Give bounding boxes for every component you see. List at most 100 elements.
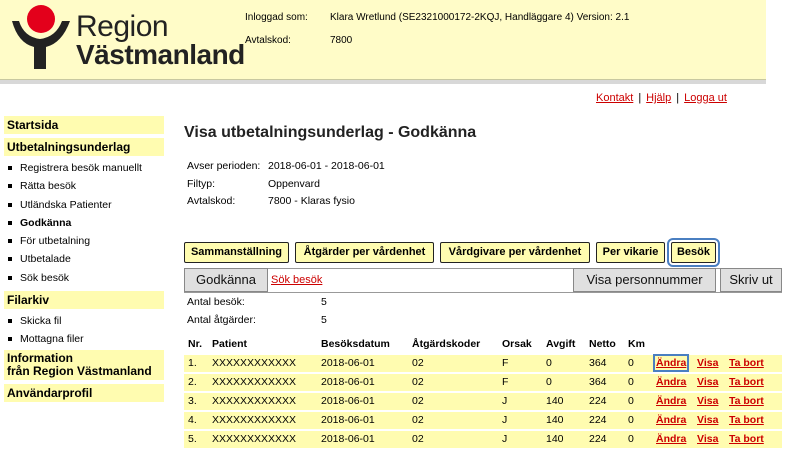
- edit-link[interactable]: Ändra: [656, 414, 686, 426]
- logged-in-label: Inloggad som:: [245, 12, 308, 23]
- tab-atgarder-per-vardenhet[interactable]: Åtgärder per vårdenhet: [295, 242, 434, 263]
- edit-link[interactable]: Ändra: [656, 433, 686, 445]
- cell-patient: XXXXXXXXXXXX: [212, 376, 297, 388]
- edit-link[interactable]: Ändra: [656, 395, 686, 407]
- cell-code: 02: [412, 376, 424, 388]
- logo-text-region: Region: [76, 10, 169, 43]
- header-contract-label: Avtalskod:: [245, 35, 291, 46]
- edit-link[interactable]: Ändra: [656, 376, 686, 388]
- approve-button[interactable]: Godkänna: [184, 268, 268, 292]
- view-link[interactable]: Visa: [697, 357, 718, 369]
- cell-nr: 3.: [188, 395, 197, 407]
- cell-orsak: J: [502, 414, 508, 426]
- table-row: 4. XXXXXXXXXXXX 2018-06-01 02 J 140 224 …: [184, 412, 782, 429]
- cell-km: 0: [628, 376, 634, 388]
- cell-nr: 5.: [188, 433, 197, 445]
- cell-orsak: J: [502, 433, 508, 445]
- contact-link[interactable]: Kontakt: [596, 92, 633, 104]
- cell-code: 02: [412, 414, 424, 426]
- cell-patient: XXXXXXXXXXXX: [212, 357, 297, 369]
- logout-link[interactable]: Logga ut: [684, 92, 727, 104]
- logged-in-value: Klara Wretlund (SE2321000172-2KQJ, Handl…: [330, 12, 630, 23]
- contract-label: Avtalskod:: [187, 195, 236, 207]
- logo-text-vastmanland: Västmanland: [76, 39, 245, 70]
- nav-anvandarprofil[interactable]: Användarprofil: [4, 383, 164, 402]
- delete-link[interactable]: Ta bort: [729, 433, 764, 445]
- col-km: Km: [628, 338, 645, 350]
- separator: |: [638, 92, 642, 104]
- nav-item-registrera[interactable]: Registrera besök manuellt: [4, 160, 164, 178]
- tab-vardgivare-per-vardenhet[interactable]: Vårdgivare per vårdenhet: [440, 242, 590, 263]
- cell-date: 2018-06-01: [321, 433, 375, 445]
- header-banner: Region Västmanland Inloggad som: Klara W…: [0, 0, 766, 80]
- cell-avgift: 0: [546, 376, 552, 388]
- filetype-label: Filtyp:: [187, 178, 216, 190]
- show-personnummer-button[interactable]: Visa personnummer: [573, 268, 716, 292]
- visits-count-value: 5: [321, 296, 327, 308]
- header-divider: [0, 80, 766, 84]
- cell-km: 0: [628, 414, 634, 426]
- col-atgardskoder: Åtgärdskoder: [412, 338, 481, 350]
- cell-netto: 224: [589, 395, 607, 407]
- cell-orsak: J: [502, 395, 508, 407]
- cell-avgift: 140: [546, 433, 564, 445]
- search-visit-link[interactable]: Sök besök: [271, 274, 322, 286]
- view-link[interactable]: Visa: [697, 376, 718, 388]
- separator: |: [676, 92, 680, 104]
- tab-besok[interactable]: Besök: [667, 238, 720, 267]
- col-nr: Nr.: [188, 338, 203, 350]
- period-value: 2018-06-01 - 2018-06-01: [268, 160, 385, 172]
- view-link[interactable]: Visa: [697, 395, 718, 407]
- nav-item-sok-besok[interactable]: Sök besök: [4, 270, 164, 288]
- cell-km: 0: [628, 433, 634, 445]
- nav-utbetalningsunderlag[interactable]: Utbetalningsunderlag: [4, 138, 164, 156]
- cell-date: 2018-06-01: [321, 376, 375, 388]
- cell-km: 0: [628, 395, 634, 407]
- tab-per-vikarie[interactable]: Per vikarie: [596, 242, 665, 263]
- table-header: Nr. Patient Besöksdatum Åtgärdskoder Ors…: [184, 336, 782, 353]
- nav-item-godkanna[interactable]: Godkänna: [4, 215, 164, 233]
- cell-netto: 224: [589, 433, 607, 445]
- col-avgift: Avgift: [546, 338, 576, 350]
- nav-item-utlandska[interactable]: Utländska Patienter: [4, 197, 164, 215]
- nav-item-mottagna-filer[interactable]: Mottagna filer: [4, 331, 164, 349]
- delete-link[interactable]: Ta bort: [729, 395, 764, 407]
- nav-filarkiv[interactable]: Filarkiv: [4, 291, 164, 310]
- edit-link[interactable]: Ändra: [652, 354, 690, 372]
- actions-count-value: 5: [321, 314, 327, 326]
- delete-link[interactable]: Ta bort: [729, 357, 764, 369]
- print-button[interactable]: Skriv ut: [720, 268, 782, 292]
- cell-nr: 1.: [188, 357, 197, 369]
- filetype-value: Oppenvard: [268, 178, 320, 190]
- top-links: Kontakt | Hjälp | Logga ut: [596, 92, 727, 104]
- table-row: 3. XXXXXXXXXXXX 2018-06-01 02 J 140 224 …: [184, 393, 782, 410]
- sidebar-nav: Startsida Utbetalningsunderlag Registrer…: [4, 116, 164, 406]
- tab-sammanstallning[interactable]: Sammanställning: [184, 242, 289, 263]
- cell-patient: XXXXXXXXXXXX: [212, 433, 297, 445]
- cell-code: 02: [412, 395, 424, 407]
- header-contract-value: 7800: [330, 35, 353, 46]
- nav-item-ratta[interactable]: Rätta besök: [4, 178, 164, 196]
- cell-avgift: 0: [546, 357, 552, 369]
- cell-km: 0: [628, 357, 634, 369]
- nav-item-utbetalade[interactable]: Utbetalade: [4, 251, 164, 269]
- nav-information[interactable]: Information från Region Västmanland: [4, 349, 164, 380]
- cell-nr: 2.: [188, 376, 197, 388]
- cell-patient: XXXXXXXXXXXX: [212, 414, 297, 426]
- cell-date: 2018-06-01: [321, 414, 375, 426]
- nav-item-skicka-fil[interactable]: Skicka fil: [4, 313, 164, 331]
- cell-avgift: 140: [546, 395, 564, 407]
- actions-count-label: Antal åtgärder:: [187, 314, 256, 326]
- delete-link[interactable]: Ta bort: [729, 376, 764, 388]
- col-patient: Patient: [212, 338, 248, 350]
- cell-orsak: F: [502, 376, 509, 388]
- view-link[interactable]: Visa: [697, 433, 718, 445]
- view-link[interactable]: Visa: [697, 414, 718, 426]
- help-link[interactable]: Hjälp: [646, 92, 671, 104]
- cell-patient: XXXXXXXXXXXX: [212, 395, 297, 407]
- cell-orsak: F: [502, 357, 509, 369]
- delete-link[interactable]: Ta bort: [729, 414, 764, 426]
- col-netto: Netto: [589, 338, 616, 350]
- nav-item-for-utbetalning[interactable]: För utbetalning: [4, 233, 164, 251]
- nav-startsida[interactable]: Startsida: [4, 116, 164, 134]
